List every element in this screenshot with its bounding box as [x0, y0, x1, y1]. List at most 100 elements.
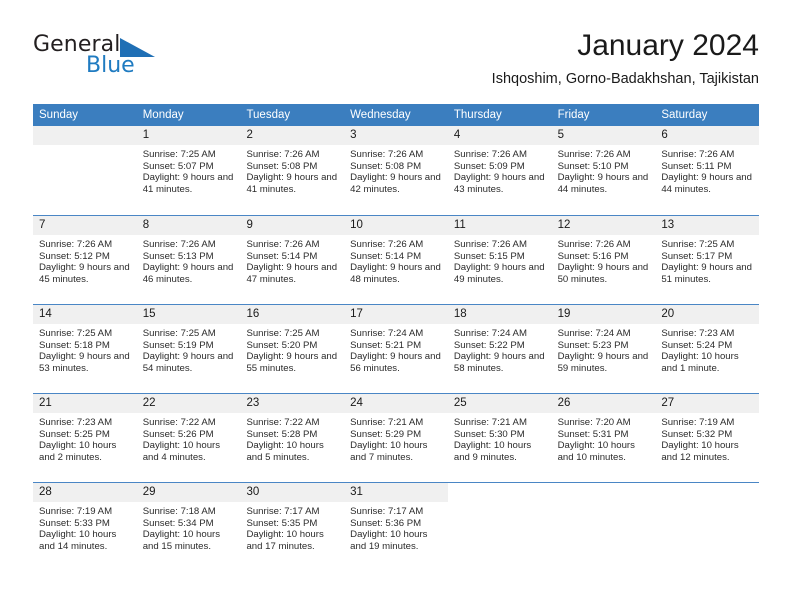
day-number: 26	[557, 397, 571, 409]
daylight-text: Daylight: 10 hours and 1 minute.	[661, 351, 739, 375]
day-details: Sunrise: 7:17 AM Sunset: 5:35 PM Daylight:…	[240, 502, 344, 553]
day-number: 10	[350, 219, 363, 231]
day-cell[interactable]: 14 Sunrise: 7:25 AM Sunset: 5:18 PM Dayligh…	[33, 305, 137, 393]
day-cell[interactable]: 9 Sunrise: 7:26 AM Sunset: 5:14 PM Daylight…	[240, 216, 345, 304]
day-details: Sunrise: 7:25 AM Sunset: 5:17 PM Daylight:…	[655, 235, 759, 286]
daylight-text: Daylight: 10 hours and 5 minutes.	[246, 440, 324, 464]
day-number: 17	[350, 308, 363, 320]
day-number: 19	[557, 308, 571, 320]
day-cell[interactable]: 20 Sunrise: 7:23 AM Sunset: 5:24 PM Dayligh…	[655, 305, 760, 393]
day-number: 22	[142, 397, 156, 409]
sunset-text: Sunset: 5:11 PM	[661, 160, 732, 172]
sunrise-text: Sunrise: 7:19 AM	[39, 506, 113, 517]
day-details: Sunrise: 7:25 AM Sunset: 5:19 PM Daylight:…	[137, 324, 241, 375]
day-number-band: 11	[447, 216, 552, 235]
day-cell[interactable]: 24 Sunrise: 7:21 AM Sunset: 5:29 PM Dayligh…	[344, 394, 448, 482]
day-number-band	[33, 126, 137, 145]
day-details: Sunrise: 7:26 AM Sunset: 5:12 PM Daylight:…	[33, 235, 137, 286]
day-cell[interactable]: 21 Sunrise: 7:23 AM Sunset: 5:25 PM Dayligh…	[33, 394, 137, 482]
day-cell[interactable]: 13 Sunrise: 7:25 AM Sunset: 5:17 PM Dayligh…	[655, 216, 760, 304]
day-details: Sunrise: 7:24 AM Sunset: 5:22 PM Daylight:…	[448, 324, 552, 375]
daylight-text: Daylight: 10 hours and 19 minutes.	[350, 529, 428, 553]
weekday-header-thursday: Thursday	[453, 109, 502, 121]
day-cell[interactable]: 19 Sunrise: 7:24 AM Sunset: 5:23 PM Dayligh…	[551, 305, 656, 393]
daylight-text: Daylight: 9 hours and 41 minutes.	[246, 172, 338, 196]
day-number-band: 16	[240, 305, 345, 324]
sunset-text: Sunset: 5:21 PM	[350, 339, 422, 351]
day-cell[interactable]: 10 Sunrise: 7:26 AM Sunset: 5:14 PM Dayligh…	[344, 216, 448, 304]
daylight-text: Daylight: 9 hours and 53 minutes.	[39, 351, 130, 375]
general-blue-logo[interactable]: General Blue	[33, 32, 163, 88]
sunrise-text: Sunrise: 7:19 AM	[661, 417, 735, 428]
title-block: January 2024 Ishqoshim, Gorno-Badakhshan…	[492, 28, 759, 88]
page-title: January 2024	[577, 29, 759, 62]
day-cell[interactable]: 30 Sunrise: 7:17 AM Sunset: 5:35 PM Dayligh…	[240, 483, 345, 571]
day-cell[interactable]: 28 Sunrise: 7:19 AM Sunset: 5:33 PM Dayligh…	[33, 483, 137, 571]
day-cell[interactable]: 29 Sunrise: 7:18 AM Sunset: 5:34 PM Dayligh…	[136, 483, 241, 571]
day-cell[interactable]: 15 Sunrise: 7:25 AM Sunset: 5:19 PM Dayligh…	[136, 305, 241, 393]
day-cell[interactable]: 17 Sunrise: 7:24 AM Sunset: 5:21 PM Dayligh…	[344, 305, 448, 393]
day-number: 20	[661, 308, 675, 320]
day-details: Sunrise: 7:21 AM Sunset: 5:29 PM Daylight:…	[344, 413, 448, 464]
day-number: 4	[453, 129, 461, 141]
day-number-band: 4	[447, 126, 552, 145]
sunset-text: Sunset: 5:36 PM	[350, 517, 422, 529]
day-details: Sunrise: 7:26 AM Sunset: 5:16 PM Daylight:…	[552, 235, 656, 286]
day-details: Sunrise: 7:25 AM Sunset: 5:20 PM Daylight:…	[240, 324, 344, 375]
sunset-text: Sunset: 5:23 PM	[557, 339, 629, 351]
daylight-text: Daylight: 9 hours and 54 minutes.	[142, 351, 234, 375]
day-number-band: 21	[33, 394, 137, 413]
day-cell[interactable]: 22 Sunrise: 7:22 AM Sunset: 5:26 PM Dayligh…	[136, 394, 241, 482]
day-number: 9	[246, 219, 253, 231]
sunset-text: Sunset: 5:26 PM	[142, 428, 214, 440]
day-number-band: 28	[33, 483, 137, 502]
day-cell[interactable]: 26 Sunrise: 7:20 AM Sunset: 5:31 PM Dayligh…	[551, 394, 656, 482]
daylight-text: Daylight: 9 hours and 49 minutes.	[453, 262, 545, 286]
day-details: Sunrise: 7:26 AM Sunset: 5:09 PM Daylight:…	[448, 145, 552, 196]
sunrise-text: Sunrise: 7:23 AM	[39, 417, 113, 428]
day-number: 27	[661, 397, 675, 409]
day-cell[interactable]: 3 Sunrise: 7:26 AM Sunset: 5:08 PM Daylight…	[344, 126, 448, 215]
day-number-band: 20	[655, 305, 760, 324]
day-cell[interactable]: 31 Sunrise: 7:17 AM Sunset: 5:36 PM Dayligh…	[344, 483, 448, 571]
day-cell[interactable]: 6 Sunrise: 7:26 AM Sunset: 5:11 PM Daylight…	[655, 126, 760, 215]
sunset-text: Sunset: 5:19 PM	[142, 339, 214, 351]
day-cell[interactable]: 2 Sunrise: 7:26 AM Sunset: 5:08 PM Daylight…	[240, 126, 345, 215]
sunset-text: Sunset: 5:07 PM	[142, 160, 214, 172]
day-number-band: 6	[655, 126, 760, 145]
day-cell-empty	[448, 483, 552, 571]
day-cell[interactable]: 8 Sunrise: 7:26 AM Sunset: 5:13 PM Daylight…	[136, 216, 241, 304]
day-number-band: 17	[344, 305, 448, 324]
day-cell[interactable]: 11 Sunrise: 7:26 AM Sunset: 5:15 PM Dayligh…	[447, 216, 552, 304]
day-number: 28	[39, 486, 52, 498]
day-details: Sunrise: 7:26 AM Sunset: 5:15 PM Daylight:…	[448, 235, 552, 286]
day-cell[interactable]: 25 Sunrise: 7:21 AM Sunset: 5:30 PM Dayligh…	[447, 394, 552, 482]
day-cell[interactable]: 16 Sunrise: 7:25 AM Sunset: 5:20 PM Dayligh…	[240, 305, 345, 393]
day-details: Sunrise: 7:20 AM Sunset: 5:31 PM Daylight:…	[552, 413, 656, 464]
day-details: Sunrise: 7:25 AM Sunset: 5:07 PM Daylight:…	[137, 145, 241, 196]
day-number: 30	[246, 486, 260, 498]
sunrise-text: Sunrise: 7:26 AM	[246, 149, 320, 160]
daylight-text: Daylight: 9 hours and 44 minutes.	[661, 172, 752, 196]
day-cell[interactable]: 4 Sunrise: 7:26 AM Sunset: 5:09 PM Daylight…	[447, 126, 552, 215]
day-details: Sunrise: 7:18 AM Sunset: 5:34 PM Daylight:…	[137, 502, 241, 553]
sunrise-text: Sunrise: 7:26 AM	[557, 149, 631, 160]
day-details: Sunrise: 7:24 AM Sunset: 5:23 PM Daylight:…	[552, 324, 656, 375]
day-details: Sunrise: 7:22 AM Sunset: 5:26 PM Daylight:…	[137, 413, 241, 464]
sunrise-text: Sunrise: 7:26 AM	[661, 149, 735, 160]
day-number: 5	[557, 129, 564, 141]
sunset-text: Sunset: 5:20 PM	[246, 339, 318, 351]
day-cell[interactable]: 1 Sunrise: 7:25 AM Sunset: 5:07 PM Daylight…	[136, 126, 241, 215]
day-cell[interactable]: 23 Sunrise: 7:22 AM Sunset: 5:28 PM Dayligh…	[240, 394, 345, 482]
day-number: 15	[142, 308, 156, 320]
weekday-header-saturday: Saturday	[661, 109, 708, 121]
day-number-band: 9	[240, 216, 345, 235]
sunset-text: Sunset: 5:10 PM	[557, 160, 629, 172]
day-cell[interactable]: 18 Sunrise: 7:24 AM Sunset: 5:22 PM Dayligh…	[447, 305, 552, 393]
day-cell[interactable]: 12 Sunrise: 7:26 AM Sunset: 5:16 PM Dayligh…	[551, 216, 656, 304]
day-cell[interactable]: 7 Sunrise: 7:26 AM Sunset: 5:12 PM Daylight…	[33, 216, 137, 304]
day-cell[interactable]: 27 Sunrise: 7:19 AM Sunset: 5:32 PM Dayligh…	[655, 394, 760, 482]
day-cell[interactable]: 5 Sunrise: 7:26 AM Sunset: 5:10 PM Daylight…	[551, 126, 656, 215]
weekday-header-friday: Friday	[557, 109, 590, 121]
day-number-band: 3	[344, 126, 448, 145]
